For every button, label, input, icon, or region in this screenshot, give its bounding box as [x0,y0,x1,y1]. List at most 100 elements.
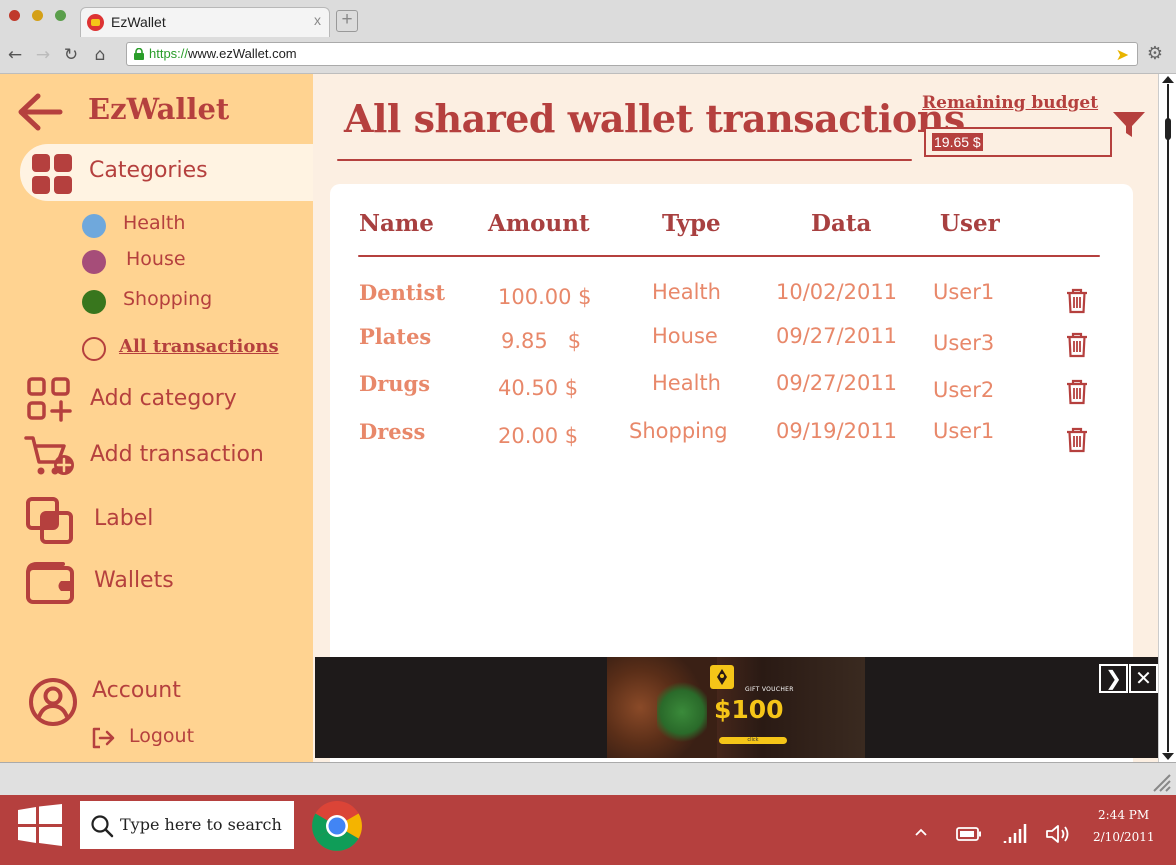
wallet-icon[interactable] [25,561,75,605]
row-amount: 40.50 $ [498,376,579,400]
back-nav-icon[interactable]: ← [4,44,26,66]
row-amount: 20.00 $ [498,424,579,448]
row-user: User3 [933,331,995,355]
remaining-budget-label: Remaining budget [922,93,1099,113]
network-signal-icon[interactable] [1003,821,1029,845]
row-name: Plates [359,324,432,349]
taskbar: Type here to search 2:44 PM 2/10/2011 [0,795,1176,865]
budget-value: 19.65 $ [932,133,983,151]
bookmark-star-icon[interactable]: ➤ [1116,45,1129,64]
address-bar[interactable]: https://www.ezWallet.com ➤ [126,42,1138,66]
battery-icon[interactable] [956,827,982,841]
reload-icon[interactable]: ↻ [60,44,82,66]
food-image [607,657,717,758]
label-copy-icon[interactable] [25,496,75,546]
add-to-cart-icon[interactable] [24,434,76,478]
resize-grip-icon[interactable] [1150,771,1172,793]
row-type: Health [652,371,721,395]
wallet-favicon-icon [87,14,104,31]
sidebar-item-logout[interactable]: Logout [129,725,194,747]
row-user: User1 [933,280,995,304]
categories-grid-icon [32,154,74,196]
row-name: Drugs [359,371,431,396]
clock-date: 2/10/2011 [1093,830,1155,844]
window-close-button[interactable] [9,10,20,21]
sidebar-item-account[interactable]: Account [92,678,181,703]
delete-trash-icon[interactable] [1066,288,1088,314]
row-date: 09/27/2011 [776,324,898,348]
gear-icon[interactable]: ⚙ [1145,44,1165,64]
forward-nav-icon[interactable]: → [32,44,54,66]
vertical-scrollbar[interactable] [1158,74,1176,762]
filter-funnel-icon[interactable] [1112,110,1146,140]
all-transactions-label: All transactions [119,336,279,357]
ad-logo-icon [710,665,734,689]
windows-start-icon[interactable] [18,804,62,846]
tab-close-icon[interactable]: x [314,12,321,28]
row-type: Health [652,280,721,304]
home-icon[interactable]: ⌂ [89,44,111,66]
row-date: 10/02/2011 [776,280,898,304]
sidebar-item-add-category[interactable]: Add category [90,386,237,411]
category-color-dot [82,250,106,274]
lock-icon [134,48,144,60]
row-name: Dentist [359,280,446,305]
sidebar-item-add-transaction[interactable]: Add transaction [90,442,264,467]
scroll-thumb[interactable] [1165,118,1171,140]
sidebar-item-label: Categories [89,158,208,183]
search-placeholder: Type here to search [120,815,282,834]
taskbar-search-input[interactable]: Type here to search [80,801,294,849]
title-underline [337,159,912,161]
delete-trash-icon[interactable] [1066,427,1088,453]
chrome-browser-icon[interactable] [311,800,363,852]
delete-trash-icon[interactable] [1066,332,1088,358]
browser-chrome: EzWallet x + ← → ↻ ⌂ https://www.ezWalle… [0,0,1176,74]
ad-cta-button[interactable]: click [719,737,787,744]
row-user: User2 [933,378,995,402]
sidebar-item-categories[interactable]: Categories [20,144,313,201]
category-color-dot [82,214,106,238]
clock-time: 2:44 PM [1098,808,1150,822]
ad-image[interactable]: GIFT VOUCHER $100 click [607,657,865,758]
tab-title: EzWallet [111,14,166,30]
row-type: House [652,324,718,348]
account-user-icon[interactable] [28,677,78,727]
browser-tab[interactable]: EzWallet x [80,7,330,37]
sidebar-item-wallets[interactable]: Wallets [94,568,174,593]
delete-trash-icon[interactable] [1066,379,1088,405]
ad-price: $100 [714,695,784,724]
column-header-data: Data [811,210,872,237]
column-header-amount: Amount [488,210,590,237]
scroll-up-icon[interactable] [1162,76,1174,83]
search-icon [91,815,114,838]
category-label: Shopping [123,288,213,310]
add-category-icon[interactable] [26,376,74,422]
chevron-up-icon[interactable] [914,827,928,837]
ad-close-icon[interactable]: ✕ [1129,664,1158,693]
header-underline [358,255,1100,257]
url-text: https://www.ezWallet.com [149,46,297,61]
scroll-down-icon[interactable] [1162,753,1174,760]
row-date: 09/19/2011 [776,419,898,443]
row-type: Shopping [629,419,728,443]
category-label: Health [123,212,186,234]
row-name: Dress [359,419,426,444]
page-title: All shared wallet transactions [344,96,965,141]
category-label: House [126,248,186,270]
column-header-name: Name [359,210,434,237]
window-minimize-button[interactable] [32,10,43,21]
new-tab-button[interactable]: + [336,10,358,32]
category-color-dot [82,290,106,314]
volume-speaker-icon[interactable] [1045,823,1071,845]
sidebar-item-label-nav[interactable]: Label [94,506,153,531]
row-amount: 9.85 $ [501,329,582,353]
sidebar: EzWallet Categories Health House Shoppin… [0,74,313,762]
remaining-budget-field[interactable]: 19.65 $ [924,127,1112,157]
window-maximize-button[interactable] [55,10,66,21]
ad-banner[interactable]: GIFT VOUCHER $100 click ❯ ✕ [315,657,1158,758]
ad-subtitle: GIFT VOUCHER [745,686,794,693]
logout-icon[interactable] [90,726,116,750]
scroll-track [1167,84,1169,752]
back-arrow-icon[interactable] [16,92,64,132]
ad-next-icon[interactable]: ❯ [1099,664,1128,693]
